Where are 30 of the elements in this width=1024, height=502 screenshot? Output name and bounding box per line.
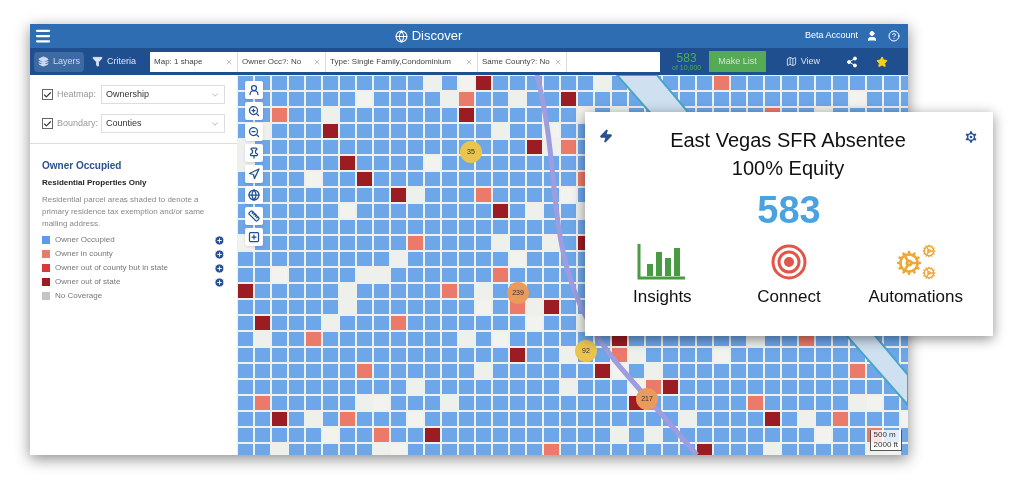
filter-chip[interactable]: Same County?: No (478, 51, 567, 72)
legend-label: Owner out of county but in state (55, 262, 169, 274)
result-count: 583 (676, 52, 697, 64)
layer-label: Heatmap: (57, 87, 97, 101)
filter-chip[interactable]: Map: 1 shape (150, 51, 239, 72)
legend-title: Owner Occupied (42, 159, 123, 173)
account-name: Beta Account (804, 29, 858, 43)
card-action[interactable]: Automations (855, 244, 976, 310)
card-action[interactable]: Connect (729, 244, 849, 310)
card-subtitle: 100% Equity (731, 156, 845, 181)
layer-dropdown[interactable]: Counties (101, 114, 225, 133)
legend-label: Owner Occupied (55, 234, 116, 246)
layer-label: Boundary: (57, 116, 97, 130)
toolbar-tab[interactable]: Layers (34, 51, 84, 72)
toolbar-tab[interactable]: Criteria (88, 51, 141, 72)
card-action[interactable]: Insights (602, 244, 723, 310)
card-title: East Vegas SFR Absentee (670, 128, 906, 153)
page-title: Discover (411, 27, 463, 46)
legend-label: No Coverage (55, 290, 104, 302)
legend-label: Owner in county (55, 248, 114, 260)
legend-label: Owner out of state (55, 276, 122, 288)
layer-dropdown[interactable]: Ownership (101, 85, 225, 104)
filter-chip[interactable]: Owner Occ?: No (238, 51, 327, 72)
scale-label: 500 m (873, 430, 897, 440)
legend-description: Residential parcel areas shaded to denote a primary residence tax exemption and/or same mailing address. (42, 194, 206, 230)
filter-chip[interactable]: Type: Single Family,Condominium (326, 51, 479, 72)
legend-subtitle: Residential Properties Only (42, 177, 148, 189)
scale-label: 2000 ft (873, 440, 898, 450)
view-button[interactable]: View (785, 54, 821, 69)
card-count: 583 (757, 188, 821, 233)
